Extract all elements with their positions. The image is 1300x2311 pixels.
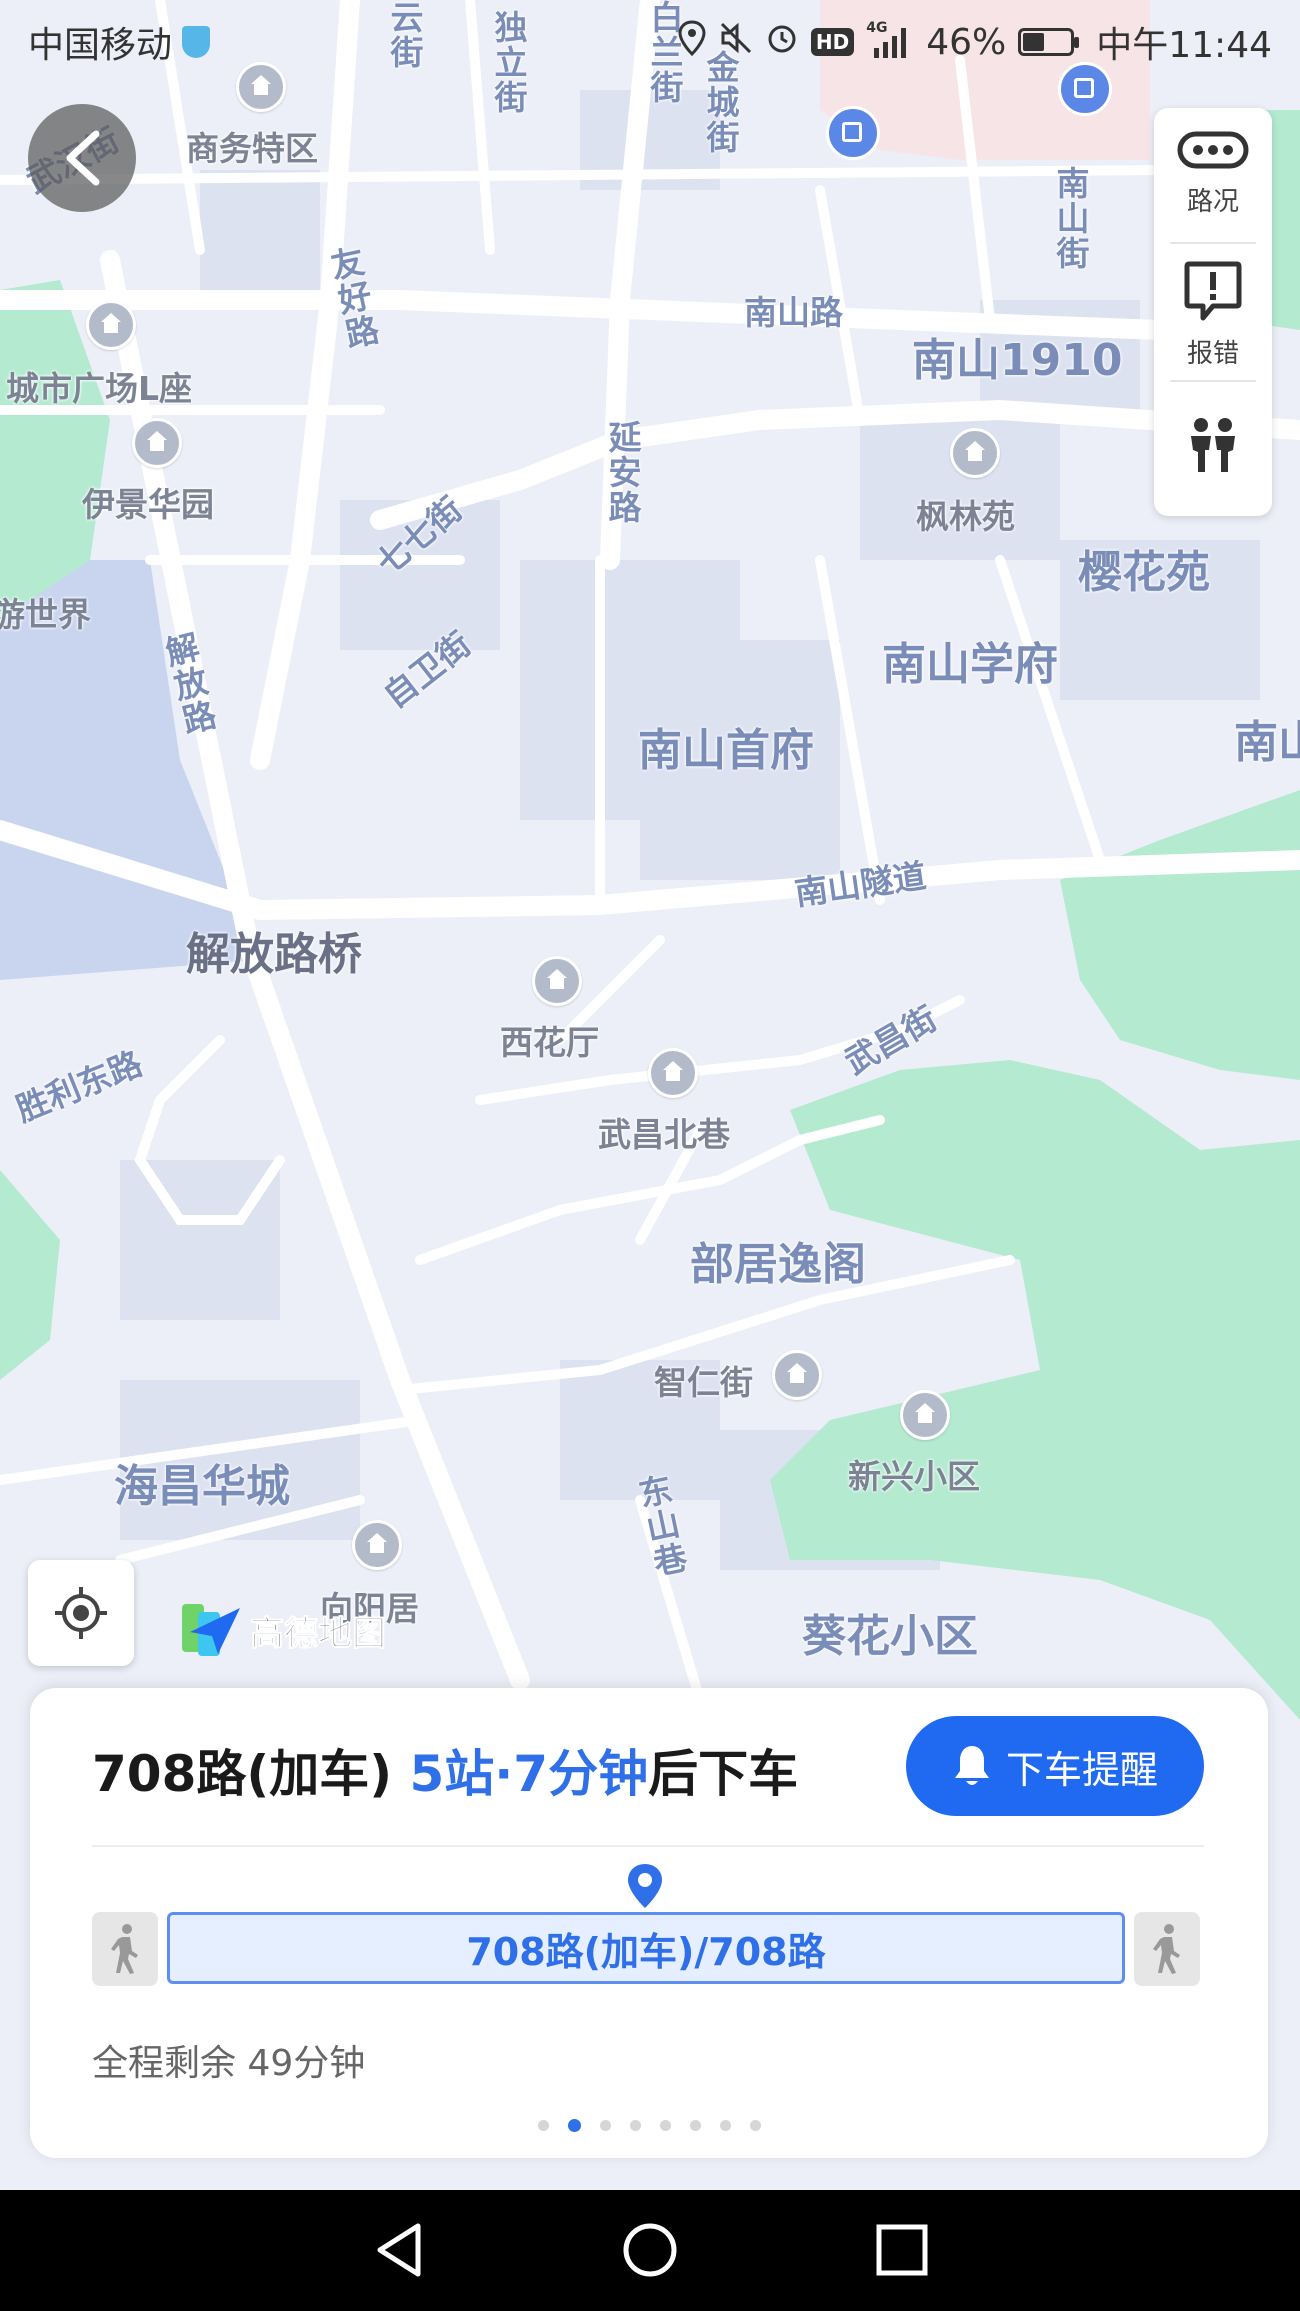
- alight-reminder-button[interactable]: 下车提醒: [906, 1716, 1204, 1816]
- walk-start-segment: [92, 1912, 158, 1986]
- divider: [92, 1845, 1204, 1847]
- bus-segment[interactable]: 708路(加车)/708路: [167, 1912, 1125, 1984]
- poi-icon[interactable]: [86, 300, 136, 350]
- area-label: 南山首府: [638, 725, 814, 776]
- area-label: 南山学府: [882, 639, 1058, 690]
- page-dot: [629, 2120, 641, 2131]
- bridge-label: 解放路桥: [186, 929, 362, 980]
- walk-end-segment: [1134, 1912, 1200, 1986]
- street-label: 延安路: [603, 420, 642, 525]
- poi-label: 新兴小区: [848, 1457, 980, 1496]
- poi-label: 武昌北巷: [598, 1115, 730, 1154]
- clock: 中午11:44: [1096, 25, 1272, 66]
- area-label: 海昌华城: [114, 1461, 290, 1512]
- nav-home-icon[interactable]: [620, 2220, 680, 2280]
- street-label: 南山街: [1051, 166, 1090, 271]
- traffic-button[interactable]: 路况: [1154, 130, 1272, 218]
- poi-label: 游世界: [0, 595, 91, 634]
- poi-icon[interactable]: [132, 418, 182, 468]
- traffic-label: 路况: [1186, 187, 1239, 217]
- nav-recents-icon[interactable]: [872, 2220, 932, 2280]
- area-label: 樱花苑: [1078, 547, 1210, 598]
- nav-back-icon[interactable]: [370, 2220, 430, 2280]
- carrier-name: 中国移动: [28, 25, 173, 66]
- back-button[interactable]: [28, 104, 136, 212]
- locate-me-button[interactable]: [28, 1560, 134, 1666]
- area-label: 南山: [1234, 717, 1300, 768]
- transit-card[interactable]: 708路(加车) 5站·7分钟后下车 下车提醒 708路(加车)/708路 全程…: [30, 1688, 1268, 2158]
- poi-label: 西花厅: [500, 1023, 599, 1062]
- page-dot: [599, 2120, 611, 2131]
- walking-icon: [1153, 1924, 1180, 1974]
- page-dot: [689, 2120, 701, 2131]
- current-position-icon: [628, 1864, 662, 1908]
- alarm-icon: [765, 21, 799, 64]
- poi-label: 伊景华园: [82, 485, 214, 524]
- poi-label: 城市广场L座: [6, 369, 193, 408]
- entrance-icon[interactable]: [826, 106, 880, 160]
- chevron-left-icon: [66, 130, 100, 186]
- poi-icon[interactable]: [900, 1390, 950, 1440]
- page-dot: [719, 2120, 731, 2131]
- people-icon: [1191, 418, 1235, 472]
- location-icon: [677, 19, 707, 65]
- battery-icon: [1018, 28, 1080, 56]
- report-error-button[interactable]: 报错: [1154, 260, 1272, 370]
- traffic-icon: [1177, 131, 1249, 169]
- street-view-button[interactable]: [1154, 416, 1272, 483]
- hd-badge: HD: [810, 28, 855, 56]
- poi-icon[interactable]: [532, 956, 582, 1006]
- remaining-time: 全程剩余 49分钟: [92, 2043, 366, 2084]
- map-toolbar: 路况 报错: [1154, 108, 1272, 516]
- area-label: 葵花小区: [802, 1611, 978, 1662]
- walking-icon: [111, 1924, 138, 1974]
- poi-label: 智仁街: [654, 1363, 753, 1402]
- route-name: 708路(加车): [92, 1745, 393, 1803]
- area-label: 南山1910: [912, 335, 1123, 386]
- page-indicator: [30, 2119, 1268, 2132]
- poi-label: 枫林苑: [916, 497, 1015, 536]
- page-dot: [659, 2120, 671, 2131]
- poi-icon[interactable]: [950, 428, 1000, 478]
- report-icon: [1184, 261, 1242, 321]
- mute-icon: [719, 21, 753, 64]
- bus-line-label: 708路(加车)/708路: [466, 1929, 826, 1974]
- battery-percent: 46%: [926, 21, 1007, 63]
- poi-icon[interactable]: [352, 1520, 402, 1570]
- status-bar: 中国移动 HD 4G 46% 中午11:44: [0, 0, 1300, 76]
- amap-logo-icon: [182, 1604, 240, 1656]
- amap-logo-text: 高德地图: [250, 1613, 387, 1654]
- page-dot: [749, 2120, 761, 2131]
- poi-icon[interactable]: [772, 1350, 822, 1400]
- signal-icon: 4G: [866, 20, 914, 60]
- page-dot-active: [567, 2119, 581, 2132]
- locate-icon: [55, 1587, 107, 1639]
- area-label: 部居逸阁: [690, 1239, 866, 1290]
- poi-label: 商务特区: [186, 129, 318, 168]
- divider: [1170, 242, 1256, 244]
- route-suffix: 后下车: [648, 1745, 799, 1803]
- bell-icon: [954, 1746, 989, 1785]
- report-label: 报错: [1186, 339, 1239, 369]
- shield-icon: [182, 26, 211, 58]
- divider: [1170, 380, 1256, 382]
- system-nav-bar: [0, 2190, 1300, 2311]
- alert-button-label: 下车提醒: [1005, 1747, 1158, 1792]
- route-summary: 708路(加车) 5站·7分钟后下车: [92, 1734, 798, 1806]
- poi-icon[interactable]: [648, 1048, 698, 1098]
- street-label: 南山路: [744, 293, 843, 332]
- amap-logo: 高德地图: [182, 1602, 387, 1658]
- stops-time: 5站·7分钟: [409, 1745, 649, 1803]
- page-dot: [537, 2120, 549, 2131]
